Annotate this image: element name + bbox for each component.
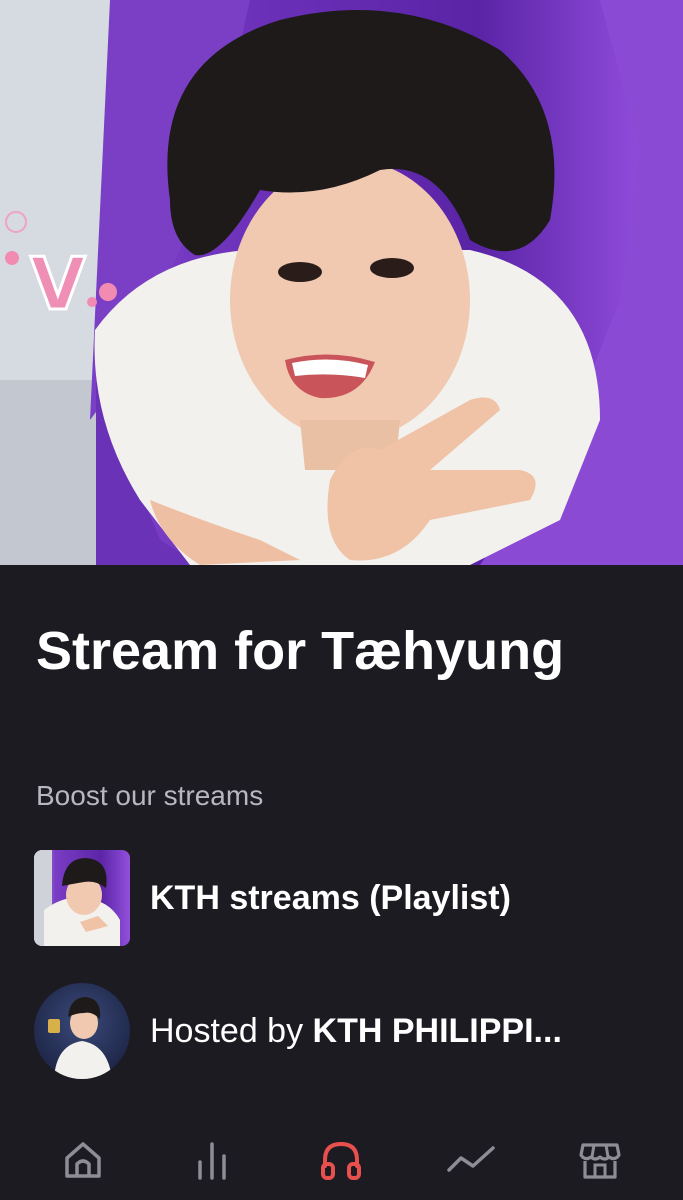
bottom-nav (0, 1120, 683, 1200)
chart-bars-icon (198, 1142, 226, 1180)
playlist-thumbnail (34, 850, 130, 946)
host-avatar (34, 983, 130, 1079)
cover-image: V (0, 0, 683, 565)
host-label: Hosted by KTH PHILIPPI... (150, 1009, 562, 1053)
playlist-label: KTH streams (Playlist) (150, 876, 511, 920)
host-name: KTH PHILIPPI... (312, 1012, 562, 1050)
home-icon (64, 1142, 101, 1178)
playlist-title: KTH streams (Playlist) (150, 879, 511, 917)
store-icon (579, 1143, 621, 1179)
app-root: V Stream for Tæhyung Boost our streams K… (0, 0, 683, 1200)
trending-icon (447, 1146, 495, 1172)
nav-trending[interactable] (436, 1125, 506, 1195)
cover-illustration (0, 0, 683, 565)
playlist-link[interactable]: KTH streams (Playlist) (34, 850, 511, 946)
nav-listen[interactable] (306, 1125, 376, 1195)
v-badge-text: V (29, 242, 88, 326)
page-subtitle: Boost our streams (36, 780, 264, 811)
nav-home[interactable] (48, 1125, 118, 1195)
nav-charts[interactable] (177, 1125, 247, 1195)
host-prefix: Hosted by (150, 1012, 313, 1050)
headphones-icon (321, 1141, 362, 1180)
host-link[interactable]: Hosted by KTH PHILIPPI... (34, 983, 562, 1079)
nav-store[interactable] (565, 1125, 635, 1195)
page-title: Stream for Tæhyung (36, 621, 565, 681)
